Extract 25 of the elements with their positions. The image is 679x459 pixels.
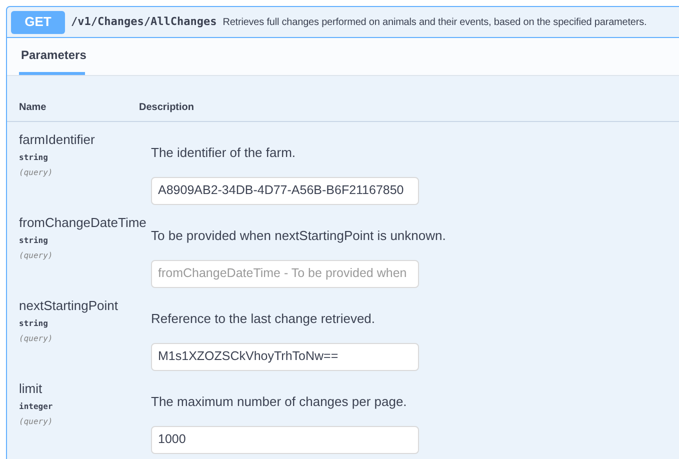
input-field[interactable]: M1s1XZOZSCkVhoyTrhToNw== (151, 342, 419, 370)
parameter-type: string (19, 152, 49, 164)
column-header: Description (139, 101, 194, 115)
input-field[interactable]: A8909AB2-34DB-4D77-A56B-B6F21167850 (151, 176, 419, 204)
parameter-location: (query) (19, 332, 54, 344)
parameter-location: (query) (19, 166, 54, 178)
parameter-type: string (19, 318, 49, 330)
parameter-name: fromChangeDateTime (19, 214, 148, 232)
parameter-name: farmIdentifier (19, 131, 96, 149)
column-header: Name (18, 101, 48, 115)
method-badge: GET (11, 10, 65, 34)
parameter-description: Reference to the last change retrieved. (151, 310, 376, 328)
parameter-description: The identifier of the farm. (151, 144, 297, 162)
input-field[interactable]: 1000 (151, 426, 419, 454)
parameter-type: integer (19, 400, 54, 412)
parameter-type: string (19, 234, 49, 246)
tab[interactable]: Parameters (19, 37, 85, 75)
endpoint-summary: Retrieves full changes performed on animals and their events, based on the specified parameters. (222, 16, 647, 30)
parameter-location: (query) (19, 416, 54, 428)
parameter-name: nextStartingPoint (19, 297, 120, 315)
parameter-location: (query) (19, 250, 54, 262)
endpoint-path: /v1/Changes/AllChanges (71, 14, 217, 30)
parameter-description: To be provided when nextStartingPoint is unknown. (151, 227, 446, 245)
parameter-name: limit (19, 380, 44, 398)
parameter-description: The maximum number of changes per page. (151, 393, 408, 411)
